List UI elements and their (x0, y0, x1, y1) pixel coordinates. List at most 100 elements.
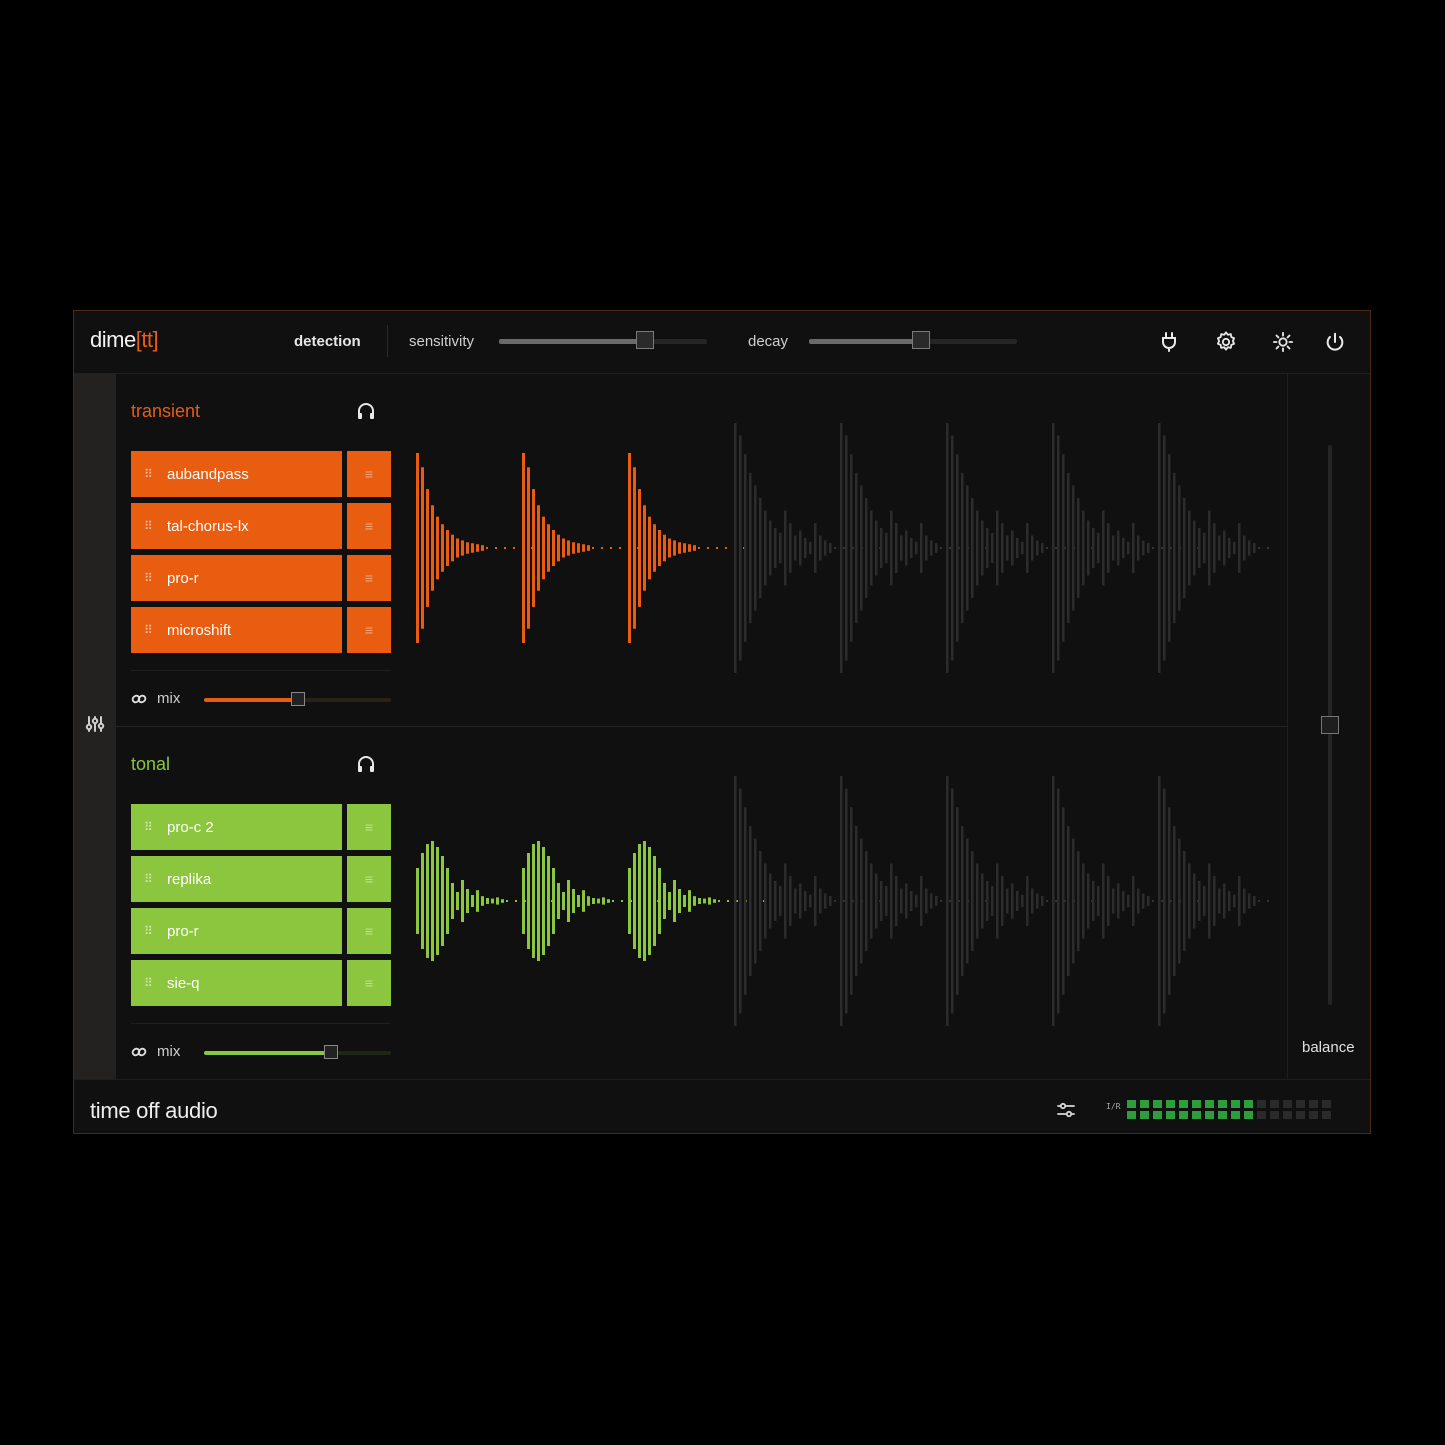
transient-panel: transient ⠿ aubandpass ≡ ⠿ tal-chorus-lx… (116, 373, 1287, 727)
waveform-bar (1011, 530, 1014, 566)
meter-cell (1127, 1100, 1136, 1108)
waveform-dot (1046, 547, 1048, 549)
drag-handle-icon[interactable]: ⠿ (144, 572, 154, 584)
mix-thumb[interactable] (324, 1045, 339, 1059)
waveform-bar (1233, 541, 1236, 555)
plugin-menu-button[interactable]: ≡ (347, 856, 391, 902)
waveform-bar (547, 856, 550, 946)
meter-cell (1231, 1111, 1240, 1119)
mix-thumb[interactable] (290, 692, 305, 706)
sensitivity-thumb[interactable] (635, 331, 654, 349)
waveform-bar (1193, 873, 1196, 929)
waveform-dot (1152, 547, 1154, 549)
waveform-bar (1107, 876, 1110, 926)
plugin-menu-button[interactable]: ≡ (347, 908, 391, 954)
plugin-window: dime[tt] detection sensitivity decay tra… (73, 310, 1371, 1134)
waveform-bar (703, 898, 706, 904)
plugin-slot[interactable]: ⠿ microshift (131, 607, 342, 653)
waveform-bar (567, 880, 570, 922)
waveform-bar (850, 454, 853, 642)
transient-mix-slider[interactable] (204, 692, 391, 706)
plugin-menu-button[interactable]: ≡ (347, 804, 391, 850)
waveform-bar (587, 896, 590, 906)
brightness-icon[interactable] (1271, 330, 1295, 354)
waveform-bar (547, 524, 550, 572)
waveform-bar (1137, 535, 1140, 561)
waveform-bar (592, 898, 595, 904)
meter-cell (1205, 1100, 1214, 1108)
headphones-icon[interactable] (356, 754, 378, 776)
decay-slider[interactable] (809, 331, 1017, 349)
waveform-bar (749, 473, 752, 623)
plugin-menu-button[interactable]: ≡ (347, 555, 391, 601)
sliders-icon[interactable] (1056, 1100, 1076, 1120)
waveform-bar (638, 489, 641, 607)
plugin-menu-button[interactable]: ≡ (347, 451, 391, 497)
waveform-bar (1173, 473, 1176, 623)
plugin-name: tal-chorus-lx (167, 517, 249, 535)
waveform-bar (486, 898, 489, 904)
plugin-slot[interactable]: ⠿ pro-c 2 (131, 804, 342, 850)
waveform-bar (673, 880, 676, 922)
chain-item-aubandpass: ⠿ aubandpass ≡ (131, 451, 391, 497)
waveform-bar (653, 856, 656, 946)
plugin-menu-button[interactable]: ≡ (347, 503, 391, 549)
chain-item-replika: ⠿ replika ≡ (131, 856, 391, 902)
waveform-bar (532, 489, 535, 607)
split-settings-icon[interactable] (84, 713, 106, 735)
plugin-slot[interactable]: ⠿ tal-chorus-lx (131, 503, 342, 549)
waveform-bar (1097, 533, 1100, 563)
balance-slider-thumb[interactable] (1321, 716, 1339, 734)
waveform-bar (1127, 541, 1130, 555)
waveform-bar (870, 863, 873, 939)
power-icon[interactable] (1323, 330, 1347, 354)
waveform-bar (1233, 894, 1236, 908)
plugin-slot[interactable]: ⠿ pro-r (131, 555, 342, 601)
waveform-bar (552, 529, 555, 567)
waveform-bar (421, 467, 424, 629)
drag-handle-icon[interactable]: ⠿ (144, 520, 154, 532)
waveform-dot (486, 547, 488, 549)
sensitivity-slider[interactable] (499, 331, 707, 349)
waveform-bar (900, 888, 903, 914)
waveform-bar (426, 489, 429, 607)
plug-icon[interactable] (1157, 330, 1181, 354)
headphones-icon[interactable] (356, 401, 378, 423)
waveform-bar (885, 533, 888, 563)
drag-handle-icon[interactable]: ⠿ (144, 821, 154, 833)
waveform-bar (769, 520, 772, 576)
plugin-menu-button[interactable]: ≡ (347, 960, 391, 1006)
link-icon[interactable] (131, 1044, 147, 1060)
waveform-bar (991, 533, 994, 563)
waveform-dot (1267, 547, 1269, 549)
waveform-bar (1163, 435, 1166, 661)
plugin-slot[interactable]: ⠿ sie-q (131, 960, 342, 1006)
tonal-mix-slider[interactable] (204, 1045, 391, 1059)
waveform-bar (915, 894, 918, 908)
waveform-bar (1228, 891, 1231, 911)
waveform-bar (1036, 540, 1039, 556)
waveform-bar (1158, 776, 1161, 1026)
plugin-name: replika (167, 870, 212, 888)
gear-icon[interactable] (1214, 330, 1238, 354)
decay-thumb[interactable] (912, 331, 931, 349)
waveform-bar (416, 868, 419, 934)
plugin-slot[interactable]: ⠿ aubandpass (131, 451, 342, 497)
plugin-slot[interactable]: ⠿ replika (131, 856, 342, 902)
waveform-dot (1046, 900, 1048, 902)
plugin-slot[interactable]: ⠿ pro-r (131, 908, 342, 954)
drag-handle-icon[interactable]: ⠿ (144, 873, 154, 885)
drag-handle-icon[interactable]: ⠿ (144, 468, 154, 480)
drag-handle-icon[interactable]: ⠿ (144, 925, 154, 937)
link-icon[interactable] (131, 691, 147, 707)
waveform-bar (1243, 888, 1246, 914)
drag-handle-icon[interactable]: ⠿ (144, 977, 154, 989)
waveform-bar (643, 505, 646, 591)
plugin-menu-button[interactable]: ≡ (347, 607, 391, 653)
waveform-bar (537, 505, 540, 591)
drag-handle-icon[interactable]: ⠿ (144, 624, 154, 636)
waveform-bar (935, 896, 938, 906)
waveform-bar (582, 890, 585, 912)
tab-detection[interactable]: detection (294, 333, 361, 350)
waveform-bar (946, 776, 949, 1026)
